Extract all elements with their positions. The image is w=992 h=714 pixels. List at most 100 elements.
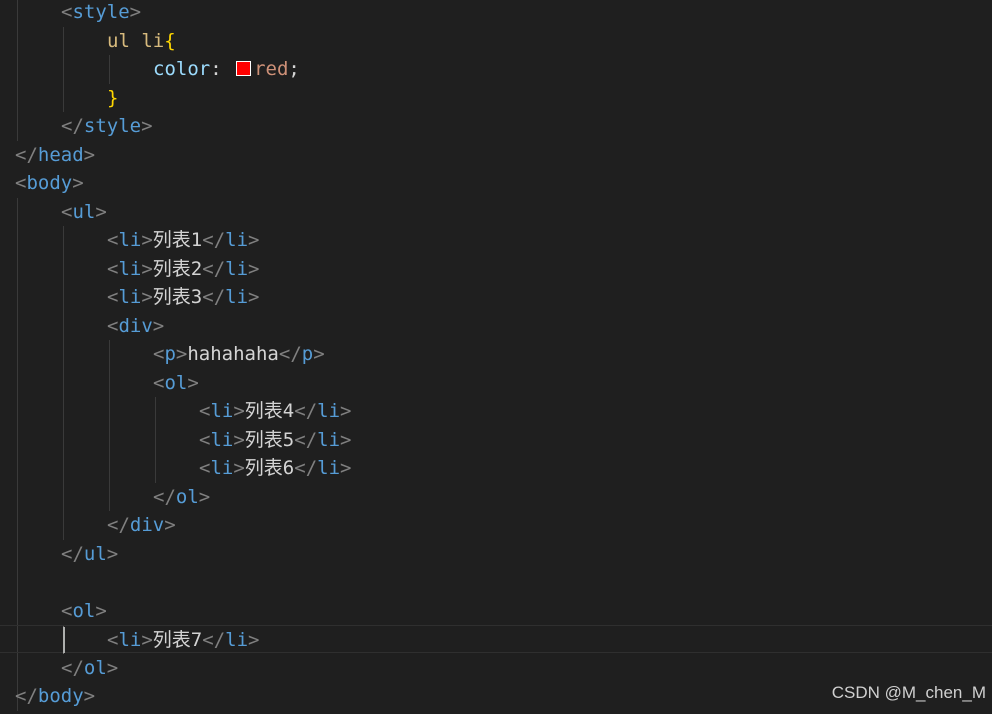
code-token-tag: ol <box>83 656 107 679</box>
code-line-content: <li>列表7</li> <box>107 626 259 654</box>
watermark: CSDN @M_chen_M <box>831 683 986 702</box>
code-token-tag: body <box>37 685 84 707</box>
code-line[interactable]: <li>列表1</li> <box>0 226 992 254</box>
code-line[interactable]: <style> <box>0 0 992 26</box>
code-line[interactable]: <li>列表3</li> <box>0 283 992 311</box>
code-token-tag: div <box>129 514 165 536</box>
code-line[interactable]: <li>列表7</li> <box>0 625 992 653</box>
code-token-punct: > <box>152 314 165 337</box>
code-line[interactable]: <body> <box>0 169 992 197</box>
code-line-content: </body> <box>15 682 95 710</box>
code-token-tag: style <box>72 1 130 23</box>
code-line[interactable]: </style> <box>0 112 992 140</box>
code-line[interactable]: <li>列表5</li> <box>0 426 992 454</box>
code-token-punct: </ <box>294 457 318 479</box>
code-token-prop: color <box>153 58 211 80</box>
code-line-content: <p>hahahaha</p> <box>153 340 325 368</box>
code-line-content: <li>列表5</li> <box>199 426 351 454</box>
code-token-value: red <box>254 58 289 80</box>
code-token-punct: < <box>107 629 119 651</box>
code-line[interactable]: color: red; <box>0 55 992 83</box>
code-line[interactable]: </head> <box>0 141 992 169</box>
code-token-punct: > <box>141 229 153 251</box>
code-token-punct: </ <box>202 229 226 251</box>
code-token-text: 列表6 <box>244 457 295 479</box>
code-line-content: ul li{ <box>107 27 176 55</box>
code-line[interactable]: <ol> <box>0 369 992 397</box>
code-token-punct: < <box>199 428 211 451</box>
code-line-content: <style> <box>61 0 141 26</box>
code-line[interactable]: </ul> <box>0 540 992 568</box>
code-token-punct: > <box>83 685 96 707</box>
code-line[interactable]: <li>列表2</li> <box>0 255 992 283</box>
code-token-punct: </ <box>61 656 84 679</box>
code-line[interactable]: ul li{ <box>0 27 992 55</box>
code-line[interactable] <box>0 568 992 596</box>
code-token-text: 列表5 <box>244 428 295 451</box>
code-token-punct: </ <box>202 629 226 651</box>
code-token-tag: li <box>118 257 142 280</box>
code-token-tag: li <box>225 286 249 308</box>
code-line-content: <ol> <box>153 369 199 397</box>
code-line[interactable]: <li>列表6</li> <box>0 454 992 482</box>
code-token-punct: > <box>141 629 153 651</box>
code-token-punct: > <box>141 286 153 308</box>
code-token-selector: ul li <box>107 29 165 52</box>
code-line-content: <ul> <box>61 198 107 226</box>
code-line[interactable]: </ol> <box>0 483 992 511</box>
code-line-content: </ul> <box>61 540 118 568</box>
code-token-tag: p <box>301 343 314 365</box>
code-token-text: 列表4 <box>244 400 295 422</box>
code-line-content: </ol> <box>61 654 118 682</box>
code-line-content: <li>列表4</li> <box>199 397 351 425</box>
code-token-punct: </ <box>294 428 318 451</box>
code-token-punct: > <box>106 542 119 565</box>
code-token-tag: style <box>83 115 142 137</box>
code-token-tag: li <box>118 286 142 308</box>
code-token-tag: li <box>317 428 341 451</box>
code-token-tag: li <box>225 629 249 651</box>
code-token-punct: < <box>107 229 119 251</box>
code-line[interactable]: } <box>0 84 992 112</box>
code-token-tag: li <box>118 629 142 651</box>
code-token-punct: > <box>233 457 245 479</box>
code-line-content: } <box>107 84 118 112</box>
code-line[interactable]: <li>列表4</li> <box>0 397 992 425</box>
code-line[interactable]: </ol> <box>0 654 992 682</box>
code-token-punct: </ <box>202 257 226 280</box>
code-line-content: <div> <box>107 312 164 340</box>
code-token-brace: { <box>164 29 176 52</box>
code-token-punct: > <box>95 200 107 223</box>
code-token-tag: body <box>26 172 73 194</box>
code-token-punct: > <box>248 229 260 251</box>
code-line[interactable]: <p>hahahaha</p> <box>0 340 992 368</box>
code-token-punct: </ <box>15 143 38 166</box>
code-token-punct: > <box>175 343 188 365</box>
code-editor[interactable]: <style> ul li{color: red;} </style> </head>… <box>0 0 992 714</box>
code-line-content: <ol> <box>61 597 107 625</box>
code-token-tag: li <box>118 229 142 251</box>
code-token-punct: > <box>198 485 211 508</box>
code-token-punct: </ <box>61 542 84 565</box>
code-token-tag: ol <box>72 599 96 622</box>
code-line[interactable]: </div> <box>0 511 992 539</box>
code-token-text: hahahaha <box>187 343 279 365</box>
code-token-punct: < <box>199 400 211 422</box>
code-line-content: </style> <box>61 112 153 140</box>
code-token-punct: > <box>248 286 260 308</box>
color-swatch-icon[interactable] <box>236 60 252 76</box>
code-token-punct: </ <box>153 485 176 508</box>
code-line-content: </head> <box>15 141 95 169</box>
code-token-punct: </ <box>202 286 226 308</box>
code-token-tag: head <box>37 143 84 166</box>
code-line-content: </div> <box>107 511 176 539</box>
code-line[interactable]: <ol> <box>0 597 992 625</box>
code-token-punct: > <box>106 656 119 679</box>
code-token-text: 列表1 <box>152 229 203 251</box>
code-token-text: 列表7 <box>152 629 203 651</box>
code-line[interactable]: <div> <box>0 312 992 340</box>
code-token-punct: > <box>313 343 325 365</box>
code-line[interactable]: <ul> <box>0 198 992 226</box>
code-token-punct: < <box>153 343 165 365</box>
text-cursor <box>63 627 65 653</box>
